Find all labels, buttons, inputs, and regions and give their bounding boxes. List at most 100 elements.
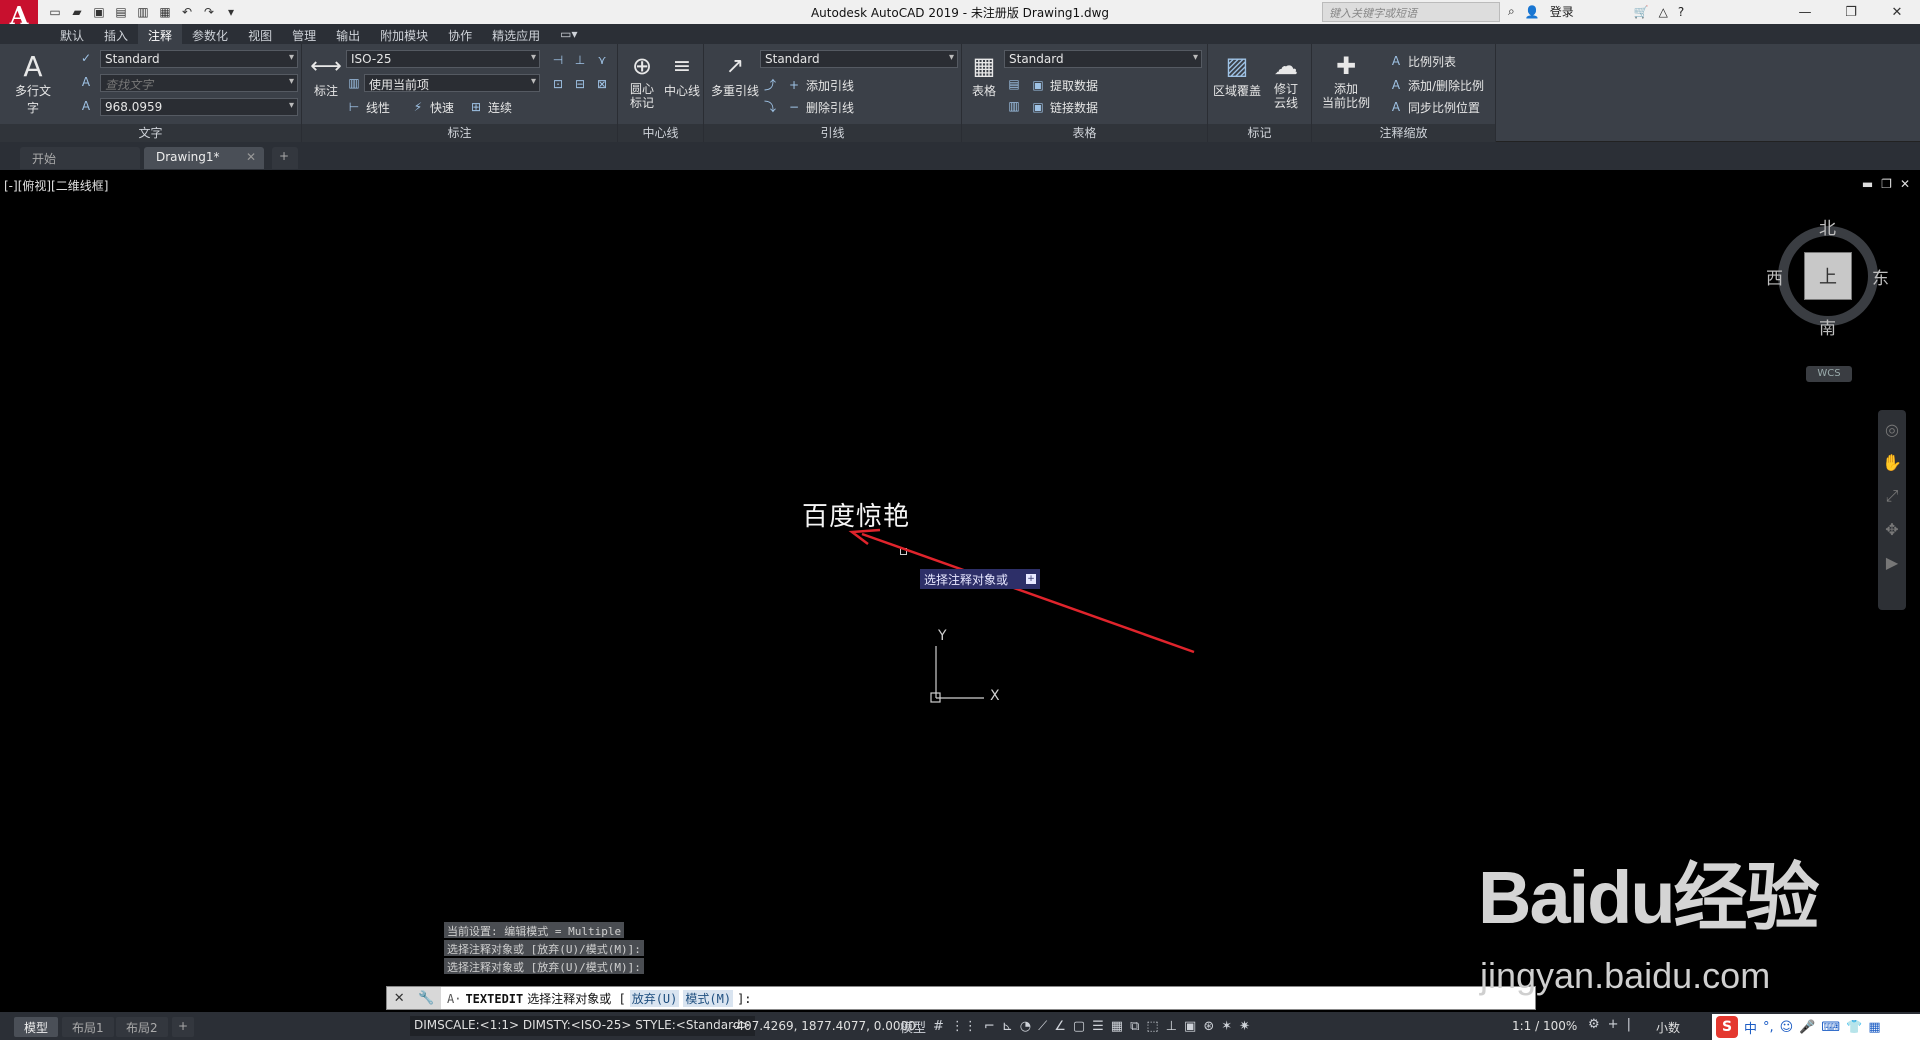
sync-scale-button[interactable]: A 同步比例位置 [1388, 98, 1480, 116]
layout-tab-model[interactable]: 模型 [14, 1017, 59, 1037]
selection-cycling-icon[interactable]: ⧉ [1130, 1019, 1139, 1034]
tab-view[interactable]: 视图 [238, 24, 282, 44]
dim-style-dropdown[interactable]: ISO-25 [346, 50, 540, 68]
center-mark-button[interactable]: ⊕ 圆心 标记 [624, 50, 660, 110]
ime-punct-icon[interactable]: °, [1763, 1020, 1774, 1035]
continue-button[interactable]: ⊞ 连续 [468, 98, 512, 116]
close-command-line-icon[interactable]: ✕ [394, 991, 405, 1006]
text-style-dropdown[interactable]: Standard [100, 50, 298, 68]
scale-list-button[interactable]: A 比例列表 [1388, 52, 1456, 70]
gizmo-icon[interactable]: ⊛ [1203, 1019, 1214, 1034]
workspace-gear-icon[interactable]: ⚙ [1588, 1017, 1600, 1032]
new-tab-button[interactable]: + [272, 147, 298, 169]
wcs-menu-button[interactable]: WCS [1806, 366, 1852, 382]
command-line[interactable]: ✕ 🔧 A· TEXTEDIT 选择注释对象或 [ 放弃(U) 模式(M) ]: [386, 986, 1536, 1010]
tab-default[interactable]: 默认 [50, 24, 94, 44]
viewcube[interactable]: 上 北 南 东 西 [1766, 214, 1890, 339]
ime-menu-icon[interactable]: ▦ [1868, 1020, 1880, 1035]
text-height-dropdown[interactable]: 968.0959 [100, 98, 298, 116]
wipeout-button[interactable]: ▨ 区域覆盖 [1212, 50, 1262, 99]
multileader-button[interactable]: ↗ 多重引线 [708, 50, 762, 99]
revcloud-button[interactable]: ☁ 修订 云线 [1266, 50, 1306, 110]
dim-override-icon[interactable]: ⊠ [594, 76, 610, 92]
table-link-icon[interactable]: ▤ [1006, 76, 1022, 92]
grid-icon[interactable]: # [933, 1019, 944, 1034]
dim-update-icon[interactable]: ⊟ [572, 76, 588, 92]
dim-adjust-icon[interactable]: ⊥ [572, 52, 588, 68]
web-mobile-icon[interactable]: ▥ [134, 3, 152, 21]
tab-parametric[interactable]: 参数化 [182, 24, 238, 44]
ortho-icon[interactable]: ⊾ [1002, 1019, 1013, 1034]
annotation-visibility-icon[interactable]: ✶ [1221, 1019, 1232, 1034]
add-layout-button[interactable]: + [172, 1017, 195, 1037]
object-snap-icon[interactable]: ▢ [1073, 1019, 1085, 1034]
units-display[interactable]: 小数 [1656, 1019, 1680, 1036]
help-icon[interactable]: ? [1678, 5, 1684, 19]
quick-dim-button[interactable]: ⚡ 快速 [410, 98, 454, 116]
object-snap-tracking-icon[interactable]: ∠ [1054, 1019, 1066, 1034]
add-leader-button[interactable]: + 添加引线 [786, 76, 854, 94]
leader-align-icon[interactable]: ⤴ [762, 76, 778, 92]
ime-emoji-icon[interactable]: ☺ [1780, 1020, 1794, 1035]
add-delete-scale-button[interactable]: A 添加/删除比例 [1388, 76, 1484, 94]
annotation-monitor-icon[interactable]: + [1608, 1017, 1619, 1032]
orbit-icon[interactable]: ✥ [1885, 520, 1898, 539]
command-prompt[interactable]: A· TEXTEDIT 选择注释对象或 [ 放弃(U) 模式(M) ]: [447, 990, 752, 1007]
customize-icon[interactable]: 🔧 [418, 991, 434, 1006]
panel-title-leader[interactable]: 引线 [704, 124, 961, 142]
panel-title-dimension[interactable]: 标注 [302, 124, 617, 142]
restore-icon[interactable]: ❐ [1828, 0, 1874, 24]
lineweight-icon[interactable]: ☰ [1092, 1019, 1104, 1034]
tab-annotate[interactable]: 注释 [138, 24, 183, 44]
add-current-scale-button[interactable]: ✚ 添加 当前比例 [1316, 50, 1376, 110]
find-text-input[interactable]: 查找文字 [100, 74, 298, 92]
panel-title-table[interactable]: 表格 [962, 124, 1207, 142]
steering-wheel-icon[interactable]: ◎ [1885, 420, 1899, 439]
ime-chinese-icon[interactable]: 中 [1744, 1018, 1757, 1037]
auto-scale-icon[interactable]: ✷ [1239, 1019, 1250, 1034]
compass-south[interactable]: 南 [1819, 314, 1836, 339]
doc-tab-drawing1[interactable]: Drawing1* ✕ [144, 147, 264, 169]
table-style-dropdown[interactable]: Standard [1004, 50, 1202, 68]
close-icon[interactable]: ✕ [1874, 0, 1920, 24]
tab-featured-apps[interactable]: 精选应用 [482, 24, 550, 44]
table-button[interactable]: ▦ 表格 [966, 50, 1002, 99]
tab-manage[interactable]: 管理 [282, 24, 326, 44]
showmotion-icon[interactable]: ▶ [1886, 553, 1898, 572]
dim-inspect-icon[interactable]: ⊡ [550, 76, 566, 92]
minimize-icon[interactable]: — [1782, 0, 1828, 24]
leader-collect-icon[interactable]: ⤵ [762, 98, 778, 114]
annotation-scale[interactable]: 1:1 / 100% [1512, 1019, 1577, 1033]
cursor-coordinates[interactable]: -407.4269, 1877.4077, 0.0000 [732, 1019, 916, 1033]
table-download-icon[interactable]: ▥ [1006, 98, 1022, 114]
zoom-extents-icon[interactable]: ⤢ [1886, 486, 1899, 506]
tab-output[interactable]: 输出 [326, 24, 370, 44]
doc-tab-start[interactable]: 开始 [20, 147, 140, 169]
link-data-button[interactable]: ▣ 链接数据 [1030, 98, 1098, 116]
compass-west[interactable]: 西 [1766, 264, 1783, 289]
pan-icon[interactable]: ✋ [1882, 453, 1902, 472]
ime-keyboard-icon[interactable]: ⌨ [1821, 1020, 1840, 1035]
model-space-button[interactable]: 模型 [900, 1017, 926, 1036]
dim-layer-dropdown[interactable]: 使用当前项 [364, 74, 540, 92]
remove-leader-button[interactable]: − 删除引线 [786, 98, 854, 116]
tab-collaborate[interactable]: 协作 [438, 24, 482, 44]
redo-icon[interactable]: ↷ [200, 3, 218, 21]
new-icon[interactable]: ▭ [46, 3, 64, 21]
centerline-button[interactable]: ≡ 中心线 [662, 50, 702, 99]
panel-title-text[interactable]: 文字 [0, 124, 301, 142]
infer-constraints-icon[interactable]: ⌐ [984, 1019, 995, 1034]
save-as-icon[interactable]: ▤ [112, 3, 130, 21]
mtext-button[interactable]: A 多行文字 [10, 50, 56, 116]
polar-icon[interactable]: ◔ [1020, 1019, 1031, 1034]
user-icon[interactable]: 👤 [1525, 5, 1540, 19]
viewcube-top-face[interactable]: 上 [1804, 252, 1852, 300]
ime-skin-icon[interactable]: 👕 [1846, 1020, 1862, 1035]
save-icon[interactable]: ▣ [90, 3, 108, 21]
ime-mic-icon[interactable]: 🎤 [1799, 1020, 1815, 1035]
compass-north[interactable]: 北 [1819, 214, 1836, 239]
close-tab-icon[interactable]: ✕ [246, 150, 256, 164]
command-icon[interactable]: A· [447, 992, 461, 1006]
transparency-icon[interactable]: ▦ [1111, 1019, 1123, 1034]
dim-break-icon[interactable]: ⊣ [550, 52, 566, 68]
